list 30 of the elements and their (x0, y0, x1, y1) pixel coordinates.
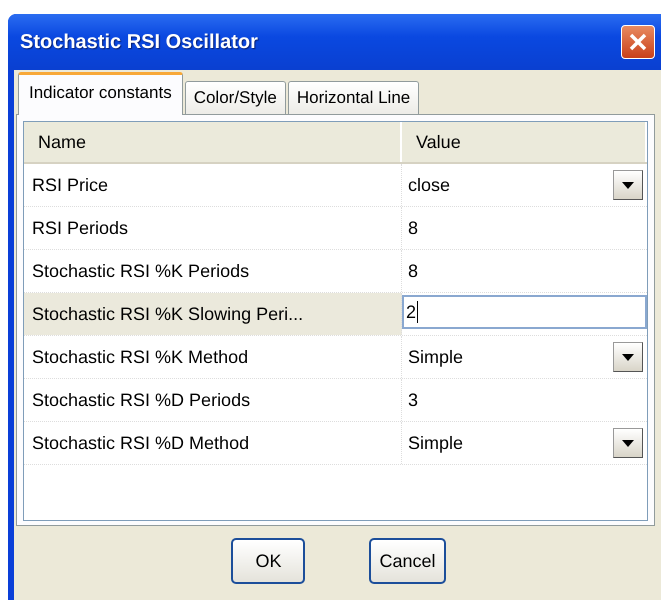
property-value: 8 (408, 218, 418, 238)
dropdown-button[interactable] (613, 342, 643, 372)
property-name: RSI Periods (24, 207, 402, 249)
property-value: Simple (408, 346, 464, 368)
property-name: Stochastic RSI %D Method (24, 422, 402, 464)
column-header: Name (24, 122, 402, 162)
dropdown-button[interactable] (613, 428, 643, 458)
property-name: Stochastic RSI %D Periods (24, 379, 402, 421)
close-button[interactable] (621, 25, 655, 59)
caret-icon (622, 354, 634, 360)
tab[interactable]: Indicator constants (18, 72, 183, 115)
tab[interactable]: Horizontal Line (288, 81, 420, 114)
property-value: Simple (408, 432, 464, 454)
dialog-button[interactable]: OK (231, 538, 306, 584)
property-value: 3 (408, 390, 418, 410)
property-value: close (408, 174, 450, 196)
property-name: RSI Price (24, 164, 402, 206)
dialog-button[interactable]: Cancel (369, 538, 446, 584)
tab[interactable]: Color/Style (184, 81, 286, 114)
caret-icon (622, 182, 634, 188)
close-icon (628, 32, 648, 52)
property-name: Stochastic RSI %K Method (24, 336, 402, 378)
property-name: Stochastic RSI %K Periods (24, 250, 402, 292)
column-header: Value (402, 122, 647, 162)
caret-icon (622, 440, 634, 446)
property-name: Stochastic RSI %K Slowing Peri... (24, 293, 402, 335)
property-value: 8 (408, 260, 418, 282)
window-title: Stochastic RSI Oscillator (20, 30, 258, 54)
value-input[interactable]: 2 (402, 295, 647, 329)
dropdown-button[interactable] (613, 170, 643, 200)
